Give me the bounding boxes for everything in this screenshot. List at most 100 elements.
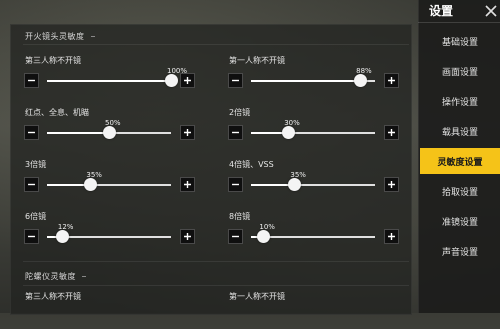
close-icon[interactable] (484, 3, 498, 17)
sidebar-item-scope[interactable]: 准镜设置 (420, 208, 500, 234)
section-title-dash (82, 276, 86, 277)
sidebar-item-label: 灵敏度设置 (437, 157, 483, 168)
slider-knob[interactable] (103, 126, 116, 139)
sidebar-item-basic[interactable]: 基础设置 (420, 28, 500, 54)
setting-label: 第一人称不开镜 (229, 292, 285, 301)
slider-knob[interactable] (354, 74, 368, 87)
slider-value: 12% (57, 223, 74, 231)
minus-icon (28, 79, 35, 82)
sensitivity-slider[interactable]: 50% (47, 119, 171, 139)
decrease-button[interactable] (228, 125, 243, 140)
fire-scope-2x-setting: 2倍镜 30% (228, 107, 405, 145)
sensitivity-slider[interactable]: 35% (251, 171, 375, 191)
decrease-button[interactable] (24, 229, 39, 244)
decrease-button[interactable] (228, 73, 243, 88)
fire-scope-8x-setting: 8倍镜 10% (228, 211, 405, 249)
slider-knob[interactable] (55, 230, 69, 243)
sidebar-item-controls[interactable]: 操作设置 (420, 88, 500, 114)
setting-label: 2倍镜 (229, 108, 251, 117)
sidebar-item-sensitivity[interactable]: 灵敏度设置 (420, 148, 500, 174)
slider-fill (251, 80, 361, 82)
increase-button[interactable] (180, 229, 195, 244)
plus-icon (184, 233, 191, 240)
sensitivity-slider[interactable]: 10% (251, 223, 375, 243)
section-divider (23, 44, 409, 45)
slider-knob[interactable] (84, 178, 98, 191)
increase-button[interactable] (180, 177, 195, 192)
fire-scope-4x-setting: 4倍镜、VSS 35% (228, 159, 405, 197)
slider-knob[interactable] (288, 178, 302, 191)
fire-third-person-setting: 第三人称不开镜 100% (24, 55, 201, 93)
increase-button[interactable] (180, 125, 195, 140)
setting-label: 8倍镜 (229, 212, 251, 221)
increase-button[interactable] (384, 229, 399, 244)
slider-knob[interactable] (165, 74, 178, 87)
setting-label: 红点、全息、机瞄 (25, 108, 89, 117)
fire-first-person-setting: 第一人称不开镜 88% (228, 55, 405, 93)
minus-icon (28, 131, 35, 134)
sidebar-item-audio[interactable]: 声音设置 (420, 238, 500, 264)
settings-title: 设置 (429, 4, 454, 18)
sidebar-item-label: 拾取设置 (441, 187, 478, 198)
sidebar-item-graphics[interactable]: 画面设置 (420, 58, 500, 84)
sensitivity-panel: 开火镜头灵敏度 第三人称不开镜 100% 第一人称不开镜 88% 红点、全息、机瞄 50%… (10, 24, 412, 315)
slider-value: 10% (259, 223, 275, 231)
sidebar-item-label: 声音设置 (441, 247, 478, 258)
sidebar-item-label: 准镜设置 (441, 217, 478, 228)
increase-button[interactable] (180, 73, 195, 88)
section-title-dash (90, 36, 95, 37)
section-divider (23, 261, 409, 262)
setting-label: 3倍镜 (25, 160, 47, 169)
sidebar-item-pickup[interactable]: 拾取设置 (420, 178, 500, 204)
fire-section-header: 开火镜头灵敏度 (25, 31, 95, 42)
increase-button[interactable] (384, 125, 399, 140)
setting-label: 6倍镜 (25, 212, 47, 221)
sidebar-divider (418, 22, 500, 23)
slider-value: 35% (86, 171, 102, 179)
minus-icon (28, 235, 35, 238)
slider-knob[interactable] (257, 230, 271, 243)
minus-icon (232, 183, 239, 186)
plus-icon (184, 129, 191, 136)
slider-value: 88% (356, 67, 372, 75)
slider-knob[interactable] (282, 126, 296, 139)
fire-section-title: 开火镜头灵敏度 (25, 32, 85, 41)
minus-icon (232, 131, 239, 134)
sidebar-item-label: 基础设置 (441, 37, 478, 48)
fire-red-dot-setting: 红点、全息、机瞄 50% (24, 107, 201, 145)
decrease-button[interactable] (24, 125, 39, 140)
fire-scope-6x-setting: 6倍镜 12% (24, 211, 201, 249)
gyro-third-person-setting: 第三人称不开镜 (25, 291, 201, 329)
plus-icon (388, 181, 395, 188)
plus-icon (388, 233, 395, 240)
sensitivity-slider[interactable]: 100% (47, 67, 187, 87)
minus-icon (28, 183, 35, 186)
setting-label: 第三人称不开镜 (25, 292, 81, 301)
slider-fill (47, 132, 109, 134)
decrease-button[interactable] (228, 177, 243, 192)
section-divider (23, 285, 409, 286)
sensitivity-slider[interactable]: 35% (47, 171, 171, 191)
decrease-button[interactable] (24, 73, 39, 88)
gyro-section-title: 陀螺仪灵敏度 (25, 272, 76, 281)
gyro-section-header: 陀螺仪灵敏度 (25, 271, 86, 282)
decrease-button[interactable] (228, 229, 243, 244)
slider-value: 30% (284, 119, 300, 127)
sensitivity-slider[interactable]: 88% (251, 67, 375, 87)
plus-icon (184, 77, 191, 84)
plus-icon (184, 181, 191, 188)
setting-label: 第一人称不开镜 (229, 56, 285, 65)
fire-scope-3x-setting: 3倍镜 35% (24, 159, 201, 197)
slider-value: 35% (290, 171, 306, 179)
sensitivity-slider[interactable]: 30% (251, 119, 375, 139)
sidebar-item-vehicle[interactable]: 载具设置 (420, 118, 500, 144)
minus-icon (232, 79, 239, 82)
minus-icon (232, 235, 239, 238)
sidebar-item-label: 载具设置 (441, 127, 478, 138)
sensitivity-slider[interactable]: 12% (47, 223, 171, 243)
increase-button[interactable] (384, 177, 399, 192)
decrease-button[interactable] (24, 177, 39, 192)
increase-button[interactable] (384, 73, 399, 88)
plus-icon (388, 77, 395, 84)
sidebar-item-label: 操作设置 (441, 97, 478, 108)
